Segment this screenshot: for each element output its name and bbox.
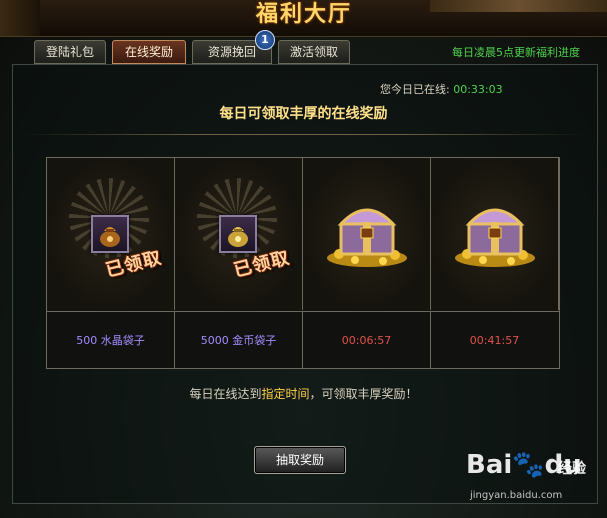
divider	[20, 134, 587, 135]
paw-icon: 🐾	[512, 450, 545, 480]
tab-activation-claim[interactable]: 激活领取	[278, 40, 350, 64]
window-title: 福利大厅	[255, 2, 352, 27]
reward-slot-1[interactable]: 已领取	[47, 158, 175, 310]
online-timer: 00:33:03	[453, 83, 503, 96]
reward-label: 500 水晶袋子	[47, 312, 175, 369]
hint-text: 每日在线达到指定时间，可领取丰厚奖励！	[0, 385, 607, 402]
reward-label: 5000 金币袋子	[175, 312, 303, 369]
crystal-bag-icon	[91, 215, 129, 253]
reward-grid: 已领取 已领取 500 水晶袋子 5000 金币袋子 00:06:57 00:4…	[46, 157, 560, 369]
tab-login-gift[interactable]: 登陆礼包	[34, 40, 106, 64]
gold-bag-icon	[219, 215, 257, 253]
treasure-chest-icon	[453, 192, 537, 272]
watermark-url: jingyan.baidu.com	[470, 490, 563, 501]
tab-online-reward[interactable]: 在线奖励	[112, 40, 186, 64]
baidu-watermark: Bai🐾du 经验 jingyan.baidu.com	[466, 450, 600, 512]
reward-slot-4[interactable]	[431, 158, 559, 310]
game-window: 福利大厅 登陆礼包 在线奖励 资源挽回 激活领取 1 每日凌晨5点更新福利进度 …	[0, 0, 607, 518]
update-note: 每日凌晨5点更新福利进度	[452, 46, 580, 59]
hint-before: 每日在线达到	[189, 387, 262, 401]
reward-label-row: 500 水晶袋子 5000 金币袋子 00:06:57 00:41:57	[47, 311, 559, 369]
online-time: 您今日已在线: 00:33:03	[380, 81, 503, 97]
hint-after: ，可领取丰厚奖励！	[309, 387, 418, 401]
watermark-experience: 经验	[558, 461, 586, 477]
reward-countdown: 00:06:57	[303, 312, 431, 369]
reward-slot-2[interactable]: 已领取	[175, 158, 303, 310]
reward-countdown: 00:41:57	[469, 334, 520, 347]
notification-badge: 1	[255, 30, 275, 50]
corner-ornament	[0, 0, 40, 36]
hint-highlight: 指定时间	[261, 387, 310, 401]
watermark-logo-text: Bai	[466, 450, 513, 480]
draw-reward-button[interactable]: 抽取奖励	[254, 446, 346, 474]
reward-slot-3[interactable]	[303, 158, 431, 310]
treasure-chest-icon	[325, 192, 409, 272]
online-label: 您今日已在线:	[380, 83, 450, 96]
page-headline: 每日可领取丰厚的在线奖励	[219, 106, 388, 122]
header-ornament	[430, 0, 607, 12]
